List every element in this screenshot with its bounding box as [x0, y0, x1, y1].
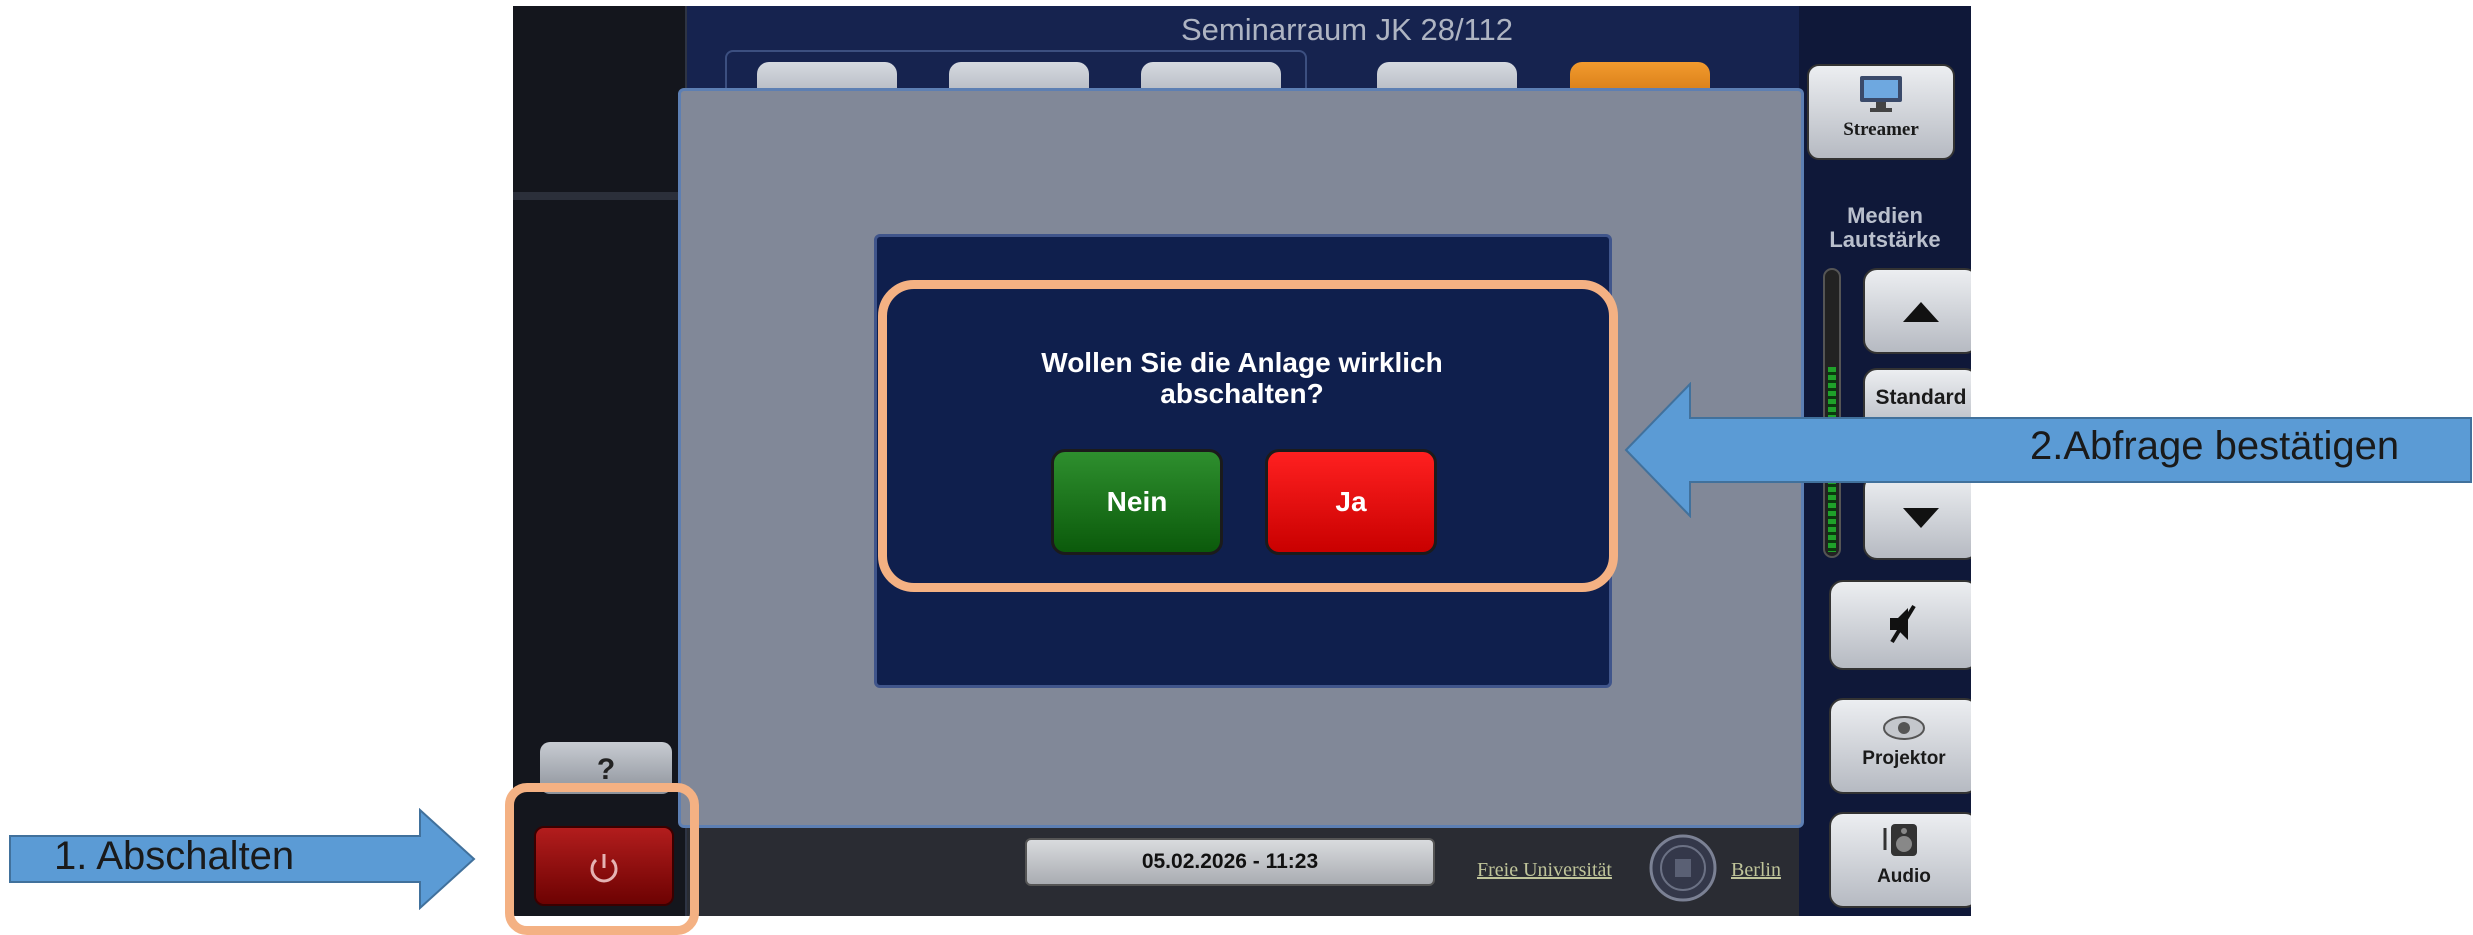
streamer-button[interactable]: Streamer — [1807, 64, 1955, 160]
volume-up-button[interactable] — [1863, 268, 1971, 354]
step1-label: 1. Abschalten — [54, 834, 295, 878]
dialog-highlight — [878, 280, 1618, 592]
step2-label: 2.Abfrage bestätigen — [2030, 424, 2400, 468]
power-highlight — [505, 783, 699, 935]
room-title: Seminarraum JK 28/112 — [1181, 12, 1513, 47]
projektor-button[interactable]: Projektor — [1829, 698, 1971, 794]
projektor-label: Projektor — [1862, 748, 1946, 769]
divider — [513, 192, 685, 200]
datetime-display: 05.02.2026 - 11:23 — [1025, 838, 1435, 886]
streamer-label: Streamer — [1843, 119, 1919, 140]
audio-speaker-icon — [1883, 824, 1917, 856]
projector-icon — [1883, 716, 1925, 740]
fu-berlin-logo: Freie Universität Berlin — [1477, 833, 1797, 903]
monitor-icon — [1860, 76, 1902, 112]
speaker-muted-icon — [1890, 604, 1916, 644]
mute-button[interactable] — [1829, 580, 1971, 670]
volume-label-line1: Medien — [1847, 203, 1923, 228]
logo-text-right: Berlin — [1731, 859, 1781, 881]
logo-text-left: Freie Universität — [1477, 859, 1612, 881]
bottom-bar: 05.02.2026 - 11:23 Freie Universität Ber… — [687, 821, 1799, 916]
audio-label: Audio — [1877, 866, 1931, 887]
triangle-up-icon — [1903, 302, 1939, 322]
seal-icon — [1649, 834, 1717, 902]
audio-button[interactable]: Audio — [1829, 812, 1971, 908]
volume-label-line2: Lautstärke — [1829, 227, 1941, 252]
volume-title: Medien Lautstärke — [1799, 204, 1971, 252]
